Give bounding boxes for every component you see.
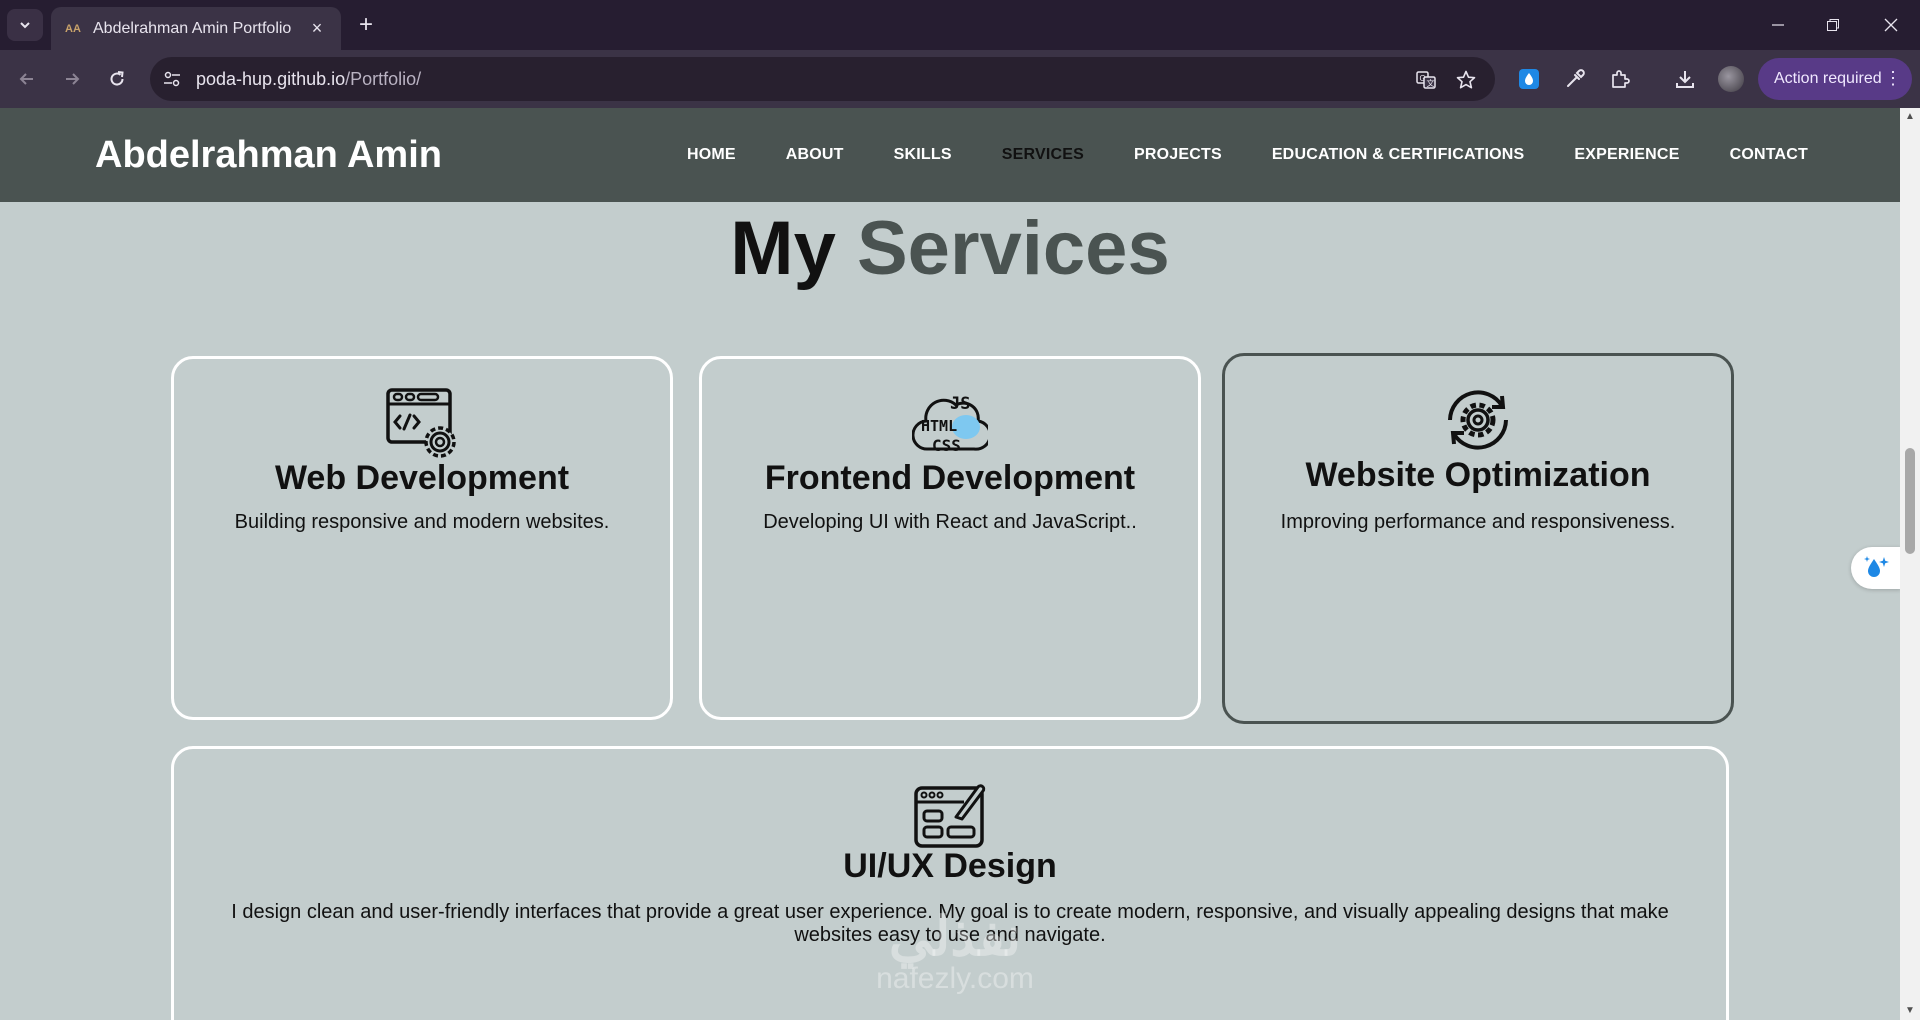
card-description: Improving performance and responsiveness… <box>1280 511 1676 533</box>
restore-button[interactable] <box>1813 10 1853 40</box>
browser-tab[interactable]: AA Abdelrahman Amin Portfolio × <box>51 7 341 50</box>
services-heading-part1: My <box>730 206 836 291</box>
more-menu-icon[interactable]: ⋮ <box>1884 68 1902 89</box>
site-info-icon[interactable] <box>162 69 182 89</box>
new-tab-button[interactable]: + <box>353 10 379 40</box>
browser-tab-bar: AA Abdelrahman Amin Portfolio × + <box>0 0 1920 50</box>
js-html-css-cloud-icon: JS HTML CSS <box>912 394 988 455</box>
tab-title: Abdelrahman Amin Portfolio <box>93 19 292 37</box>
back-button[interactable] <box>12 64 42 94</box>
site-header: Abdelrahman Amin HOME ABOUT SKILLS SERVI… <box>0 108 1900 202</box>
web-code-settings-icon <box>386 388 456 458</box>
watermark: نفذلي nafezly.com <box>845 905 1065 996</box>
url-text: poda-hup.github.io/Portfolio/ <box>196 69 421 90</box>
reload-button[interactable] <box>102 64 132 94</box>
nav-projects[interactable]: PROJECTS <box>1134 146 1222 164</box>
sparkle-drop-icon <box>1864 556 1889 577</box>
watermark-latin: nafezly.com <box>876 962 1034 995</box>
arrow-left-icon <box>19 73 33 85</box>
card-title: Website Optimization <box>1305 456 1651 494</box>
extensions-puzzle-icon[interactable] <box>1607 66 1633 92</box>
site-favicon-icon: AA <box>65 22 81 35</box>
minimize-icon <box>1772 24 1784 26</box>
scroll-thumb[interactable] <box>1905 448 1915 554</box>
svg-text:CSS: CSS <box>932 436 961 455</box>
profile-avatar[interactable] <box>1718 66 1744 92</box>
service-card-website-optimization[interactable]: Website Optimization Improving performan… <box>1222 353 1734 724</box>
tab-search-button[interactable] <box>7 9 43 41</box>
nav-contact[interactable]: CONTACT <box>1730 146 1808 164</box>
close-window-button[interactable] <box>1871 10 1911 40</box>
restore-icon <box>1827 19 1839 31</box>
nav-education-certifications[interactable]: EDUCATION & CERTIFICATIONS <box>1272 146 1525 164</box>
svg-text:文: 文 <box>1427 78 1435 88</box>
svg-text:JS: JS <box>950 394 970 414</box>
nav-about[interactable]: ABOUT <box>786 146 844 164</box>
service-card-frontend-development[interactable]: JS HTML CSS Frontend Development Develop… <box>699 356 1201 720</box>
close-icon <box>1884 18 1898 32</box>
nav-services[interactable]: SERVICES <box>1002 146 1084 164</box>
action-required-button[interactable]: Action required ⋮ <box>1758 58 1912 100</box>
water-drop-extension-icon[interactable] <box>1516 66 1542 92</box>
arrow-right-icon <box>66 73 80 85</box>
bookmark-star-icon[interactable] <box>1455 69 1477 91</box>
ui-design-brush-icon <box>914 784 986 848</box>
url-host: poda-hup.github.io <box>196 68 346 89</box>
address-bar[interactable]: poda-hup.github.io/Portfolio/ G文 <box>150 57 1495 101</box>
services-heading: My Services <box>0 205 1900 292</box>
gear-refresh-icon <box>1448 390 1508 450</box>
card-description: Building responsive and modern websites. <box>234 511 610 533</box>
browser-toolbar: poda-hup.github.io/Portfolio/ G文 Action … <box>0 50 1920 108</box>
reload-icon <box>110 71 124 86</box>
page-scrollbar[interactable]: ▲ ▼ <box>1900 108 1920 1020</box>
card-description: Developing UI with React and JavaScript.… <box>763 511 1137 533</box>
chevron-down-icon <box>20 22 30 29</box>
service-card-web-development[interactable]: Web Development Building responsive and … <box>171 356 673 720</box>
main-nav: HOME ABOUT SKILLS SERVICES PROJECTS EDUC… <box>687 146 1808 164</box>
minimize-button[interactable] <box>1758 10 1798 40</box>
site-brand[interactable]: Abdelrahman Amin <box>95 134 442 177</box>
svg-text:HTML: HTML <box>921 417 957 435</box>
nav-skills[interactable]: SKILLS <box>894 146 952 164</box>
card-title: Frontend Development <box>764 459 1136 497</box>
nav-experience[interactable]: EXPERIENCE <box>1574 146 1679 164</box>
card-title: Web Development <box>274 459 570 497</box>
scroll-up-arrow-icon[interactable]: ▲ <box>1904 112 1916 122</box>
floating-extension-button[interactable] <box>1851 547 1901 589</box>
scroll-down-arrow-icon[interactable]: ▼ <box>1904 1006 1916 1016</box>
services-heading-part2: Services <box>856 206 1170 291</box>
downloads-icon[interactable] <box>1672 66 1698 92</box>
translate-icon[interactable]: G文 <box>1415 69 1437 91</box>
tab-close-icon[interactable]: × <box>307 18 327 39</box>
action-required-label: Action required <box>1774 70 1882 87</box>
card-title: UI/UX Design <box>843 847 1057 885</box>
forward-button[interactable] <box>57 64 87 94</box>
eyedropper-extension-icon[interactable] <box>1562 66 1588 92</box>
url-path: /Portfolio/ <box>345 68 422 89</box>
watermark-arabic: نفذلي <box>888 907 1022 967</box>
nav-home[interactable]: HOME <box>687 146 736 164</box>
